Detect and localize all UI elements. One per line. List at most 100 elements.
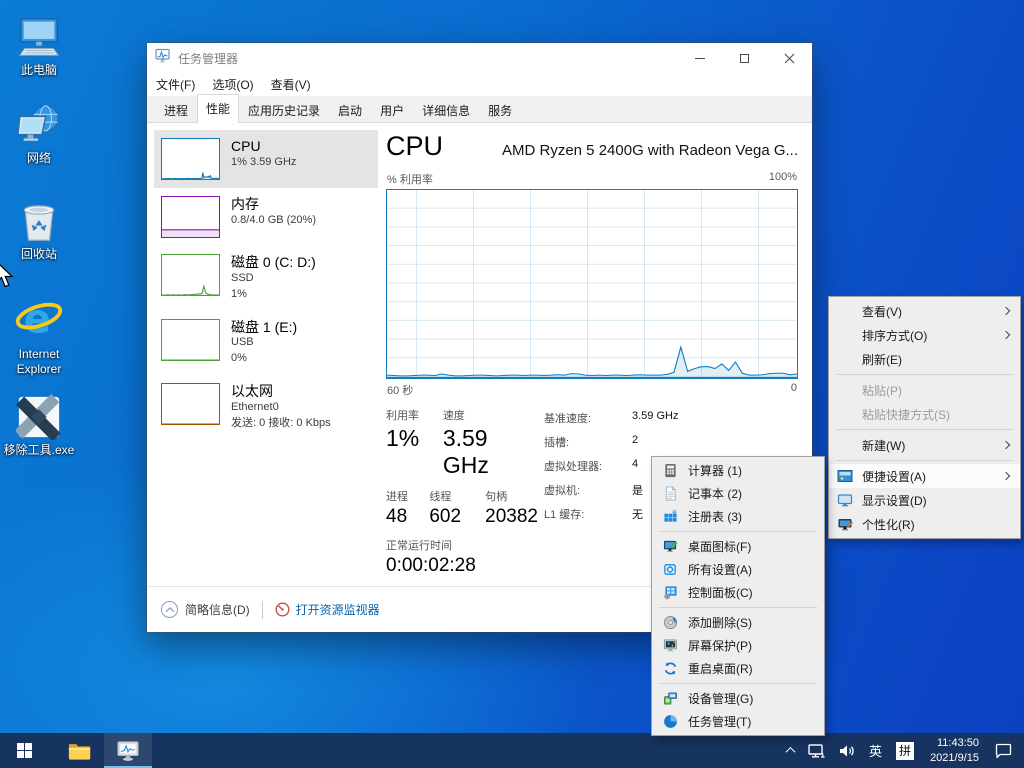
sidebar-item-stats: 0.8/4.0 GB (20%)	[231, 213, 316, 229]
menu-item-label: 记事本 (2)	[688, 485, 742, 502]
tab-strip: 进程 性能 应用历史记录 启动 用户 详细信息 服务	[147, 96, 812, 123]
context-menu-refresh[interactable]: 刷新(E)	[829, 347, 1020, 371]
context-menu-sort-by[interactable]: 排序方式(O)	[829, 323, 1020, 347]
context-menu-quick-settings[interactable]: 便捷设置(A)	[829, 464, 1020, 488]
remove-tool-icon	[0, 392, 78, 440]
desktop-context-menu: 查看(V) 排序方式(O) 刷新(E) 粘贴(P) 粘贴快捷方式(S) 新建(W…	[828, 296, 1021, 539]
close-button[interactable]	[767, 43, 812, 73]
start-button[interactable]	[0, 733, 48, 768]
menu-item-label: 重启桌面(R)	[688, 660, 753, 677]
tray-ime-indicator[interactable]: 拼	[889, 733, 921, 768]
tray-show-hidden-icons[interactable]	[780, 733, 801, 768]
submenu-screensaver[interactable]: 屏幕保护(P)	[652, 634, 824, 657]
title-bar[interactable]: 任务管理器	[147, 43, 812, 73]
recycle-bin-icon	[0, 196, 78, 244]
sidebar-item-disk1[interactable]: 磁盘 1 (E:) USB 0%	[154, 311, 378, 376]
open-resource-monitor-link[interactable]: 打开资源监视器	[275, 601, 380, 618]
tray-language-indicator[interactable]: 英	[862, 733, 889, 768]
fewer-details-toggle[interactable]: 简略信息(D)	[161, 601, 250, 618]
submenu-restart-desktop[interactable]: 重启桌面(R)	[652, 657, 824, 680]
desktop-icon-network[interactable]: 网络	[0, 100, 78, 166]
stat-value-processes: 48	[386, 506, 429, 528]
menu-item-label: 计算器 (1)	[688, 462, 742, 479]
disk1-mini-graph	[161, 319, 220, 361]
desktop-icon-internet-explorer[interactable]: e Internet Explorer	[0, 296, 78, 377]
x-axis-left: 60 秒	[387, 382, 413, 398]
x-axis-right: 0	[791, 382, 797, 398]
menu-item-label: 粘贴(P)	[862, 382, 902, 399]
stat-label: 插槽:	[544, 434, 632, 450]
collapse-icon	[161, 601, 178, 618]
control-panel-icon	[662, 584, 679, 601]
cpu-stats-left: 利用率 1% 速度 3.59 GHz 进程 48	[386, 407, 538, 586]
sidebar-item-ethernet[interactable]: 以太网 Ethernet0 发送: 0 接收: 0 Kbps	[154, 375, 378, 440]
sidebar-item-stats: SSD	[231, 271, 316, 287]
submenu-arrow-icon	[1002, 441, 1010, 449]
ethernet-mini-graph	[161, 383, 220, 425]
sidebar-item-cpu[interactable]: CPU 1% 3.59 GHz	[154, 130, 378, 188]
tab-app-history[interactable]: 应用历史记录	[239, 96, 329, 123]
context-menu-view[interactable]: 查看(V)	[829, 299, 1020, 323]
tab-processes[interactable]: 进程	[155, 96, 197, 123]
context-menu-new[interactable]: 新建(W)	[829, 433, 1020, 457]
taskbar-file-explorer-button[interactable]	[56, 733, 104, 768]
tray-time: 11:43:50	[930, 736, 979, 751]
desktop-icon-remove-tool[interactable]: 移除工具.exe	[0, 392, 78, 458]
submenu-task-manager[interactable]: 任务管理(T)	[652, 710, 824, 733]
menu-view[interactable]: 查看(V)	[271, 76, 311, 93]
memory-mini-graph	[161, 196, 220, 238]
tray-network[interactable]	[801, 733, 832, 768]
svg-text:e: e	[24, 295, 51, 342]
menu-item-label: 粘贴快捷方式(S)	[862, 406, 950, 423]
submenu-notepad[interactable]: 记事本 (2)	[652, 482, 824, 505]
resource-monitor-label: 打开资源监视器	[296, 601, 380, 618]
minimize-icon	[695, 58, 705, 59]
sidebar-item-stats: 发送: 0 接收: 0 Kbps	[231, 416, 331, 432]
tray-clock[interactable]: 11:43:50 2021/9/15	[921, 733, 988, 768]
stat-label: 基准速度:	[544, 410, 632, 426]
maximize-button[interactable]	[722, 43, 767, 73]
tray-volume[interactable]	[832, 733, 862, 768]
submenu-control-panel[interactable]: 控制面板(C)	[652, 581, 824, 604]
stat-label: 虚拟处理器:	[544, 458, 632, 474]
menu-item-label: 排序方式(O)	[862, 327, 927, 344]
tab-users[interactable]: 用户	[371, 96, 413, 123]
submenu-desktop-icons[interactable]: 桌面图标(F)	[652, 535, 824, 558]
stat-label: 正常运行时间	[386, 537, 476, 553]
submenu-all-settings[interactable]: 所有设置(A)	[652, 558, 824, 581]
submenu-registry[interactable]: 注册表 (3)	[652, 505, 824, 528]
desktop-icon-recycle-bin[interactable]: 回收站	[0, 196, 78, 262]
device-manager-icon	[662, 690, 679, 707]
submenu-add-remove[interactable]: 添加删除(S)	[652, 611, 824, 634]
desktop-icon-this-pc[interactable]: 此电脑	[0, 12, 78, 78]
menu-item-label: 注册表 (3)	[688, 508, 742, 525]
desktop-icons-icon	[662, 538, 679, 555]
minimize-button[interactable]	[677, 43, 722, 73]
sidebar-item-disk0[interactable]: 磁盘 0 (C: D:) SSD 1%	[154, 246, 378, 311]
submenu-device-manager[interactable]: 设备管理(G)	[652, 687, 824, 710]
speaker-icon	[839, 744, 855, 758]
action-center-button[interactable]	[988, 733, 1024, 768]
menu-item-label: 设备管理(G)	[688, 690, 753, 707]
performance-sidebar: CPU 1% 3.59 GHz 内存 0.8/4.0 GB (20%)	[147, 123, 378, 586]
context-menu-display-settings[interactable]: 显示设置(D)	[829, 488, 1020, 512]
submenu-calculator[interactable]: 计算器 (1)	[652, 459, 824, 482]
tab-services[interactable]: 服务	[479, 96, 521, 123]
fewer-details-label: 简略信息(D)	[185, 601, 250, 618]
tab-startup[interactable]: 启动	[329, 96, 371, 123]
taskbar-task-manager-button[interactable]	[104, 733, 152, 768]
tab-details[interactable]: 详细信息	[413, 96, 479, 123]
menu-item-label: 控制面板(C)	[688, 584, 753, 601]
desktop-icon-label: 网络	[0, 151, 78, 166]
stat-value-handles: 20382	[485, 506, 538, 528]
taskbar: 英 拼 11:43:50 2021/9/15	[0, 733, 1024, 768]
tab-performance[interactable]: 性能	[197, 94, 239, 123]
context-menu-personalize[interactable]: 个性化(R)	[829, 512, 1020, 536]
menu-separator	[836, 429, 1013, 430]
sidebar-item-memory[interactable]: 内存 0.8/4.0 GB (20%)	[154, 188, 378, 246]
tray-date: 2021/9/15	[930, 751, 979, 766]
menu-options[interactable]: 选项(O)	[212, 76, 253, 93]
menu-file[interactable]: 文件(F)	[156, 76, 195, 93]
menu-separator	[659, 607, 817, 608]
menu-item-label: 屏幕保护(P)	[688, 637, 752, 654]
